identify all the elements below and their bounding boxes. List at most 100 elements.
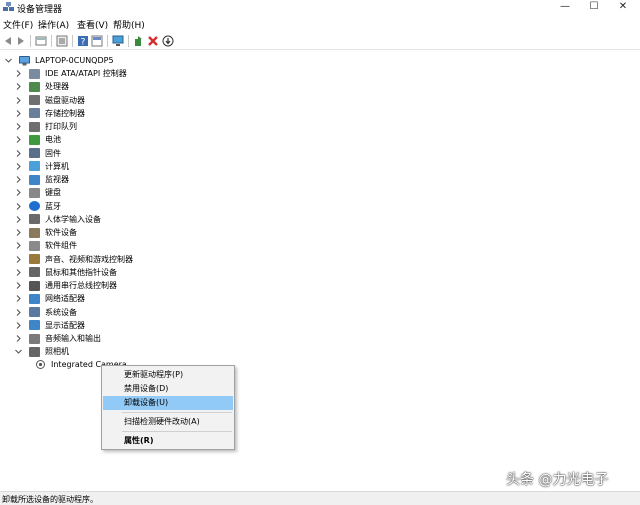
chevron-down-icon[interactable] [14,347,23,356]
tree-category-bluetooth[interactable]: 蓝牙 [14,200,61,213]
menu-separator [122,412,232,413]
chevron-right-icon[interactable] [14,308,23,317]
chevron-right-icon[interactable] [14,228,23,237]
help-icon[interactable]: ? [77,35,89,47]
chevron-right-icon[interactable] [14,109,23,118]
software-component-icon [29,240,40,251]
chevron-right-icon[interactable] [14,334,23,343]
chevron-right-icon[interactable] [14,281,23,290]
chevron-right-icon[interactable] [14,69,23,78]
tree-category-label: 处理器 [45,82,69,92]
tree-category-audio[interactable]: 音频输入和输出 [14,332,101,345]
update-driver-icon[interactable] [133,35,145,47]
tree-category-sound[interactable]: 声音、视频和游戏控制器 [14,253,133,266]
tree-category-label: 计算机 [45,161,69,171]
status-bar: 卸载所选设备的驱动程序。 [0,491,640,505]
menu-file[interactable]: 文件(F) [3,18,33,31]
software-device-icon [29,227,40,238]
uninstall-icon[interactable] [147,35,159,47]
tree-category-storage[interactable]: 存储控制器 [14,107,85,120]
tree-root[interactable]: LAPTOP-0CUNQDP5 [4,54,114,67]
menu-action[interactable]: 操作(A) [38,18,69,31]
chevron-right-icon[interactable] [14,82,23,91]
properties-menu-item[interactable]: 属性(R) [103,434,233,448]
webcam-icon [36,359,45,369]
chevron-right-icon[interactable] [14,241,23,250]
tree-category-label: 软件设备 [45,228,77,237]
tree-category-computer[interactable]: 计算机 [14,160,69,173]
tree-category-monitor[interactable]: 监视器 [14,173,69,186]
device-tree: LAPTOP-0CUNQDP5 IDE ATA/ATAPI 控制器 处理器磁盘驱动… [0,51,640,491]
computer-icon [19,55,30,65]
toolbar-separator [72,35,73,47]
action-icon[interactable] [91,35,103,47]
scan-hardware-menu-item[interactable]: 扫描检测硬件改动(A) [103,415,233,429]
chevron-right-icon[interactable] [14,175,23,184]
tree-category-label: 软件组件 [45,241,77,251]
tree-category-label: 打印队列 [45,122,77,131]
tree-category-label: 显示适配器 [45,320,85,330]
display-icon [29,320,40,331]
tree-category-network[interactable]: 网络适配器 [14,292,85,305]
monitor-icon[interactable] [112,35,124,47]
chevron-right-icon[interactable] [14,122,23,131]
chevron-right-icon[interactable] [14,162,23,171]
tree-category-label: 人体学输入设备 [45,214,101,224]
view-icon[interactable] [56,35,68,47]
back-icon[interactable] [2,35,14,47]
tree-category-software-device[interactable]: 软件设备 [14,226,77,239]
chevron-right-icon[interactable] [14,202,23,211]
tree-category-cpu[interactable]: 处理器 [14,80,69,93]
print-icon [29,121,40,132]
chevron-right-icon[interactable] [14,268,23,277]
watermark: 头条 @力光电子 [506,472,609,488]
disable-device-menu-item[interactable]: 禁用设备(D) [103,382,233,396]
tree-category-display[interactable]: 显示适配器 [14,319,85,332]
maximize-button[interactable]: ☐ [578,0,610,14]
tree-category-print[interactable]: 打印队列 [14,120,77,133]
tree-category-label: 电池 [45,135,61,145]
chevron-right-icon[interactable] [14,255,23,264]
cpu-icon [29,81,40,92]
tree-category-label: 存储控制器 [45,108,85,118]
chevron-right-icon[interactable] [14,135,23,144]
tree-category-camera[interactable]: 照相机 [14,345,69,358]
chevron-right-icon[interactable] [14,215,23,224]
close-button[interactable]: ✕ [607,0,639,14]
toolbar-separator [107,35,108,47]
sound-icon [29,254,40,264]
tree-category-ide[interactable]: IDE ATA/ATAPI 控制器 [14,67,127,80]
tree-category-software-component[interactable]: 软件组件 [14,239,77,252]
forward-icon[interactable] [15,35,27,47]
status-text: 卸载所选设备的驱动程序。 [2,495,98,504]
tree-category-battery[interactable]: 电池 [14,133,61,146]
ide-icon [29,68,40,79]
chevron-right-icon[interactable] [14,294,23,303]
uninstall-device-menu-item[interactable]: 卸载设备(U) [103,396,233,410]
tree-category-label: 鼠标和其他指针设备 [45,267,117,277]
tree-category-disk[interactable]: 磁盘驱动器 [14,94,85,107]
disk-icon [29,95,40,105]
chevron-right-icon[interactable] [14,149,23,158]
tree-category-label: 通用串行总线控制器 [45,281,117,290]
tree-category-system[interactable]: 系统设备 [14,306,77,319]
chevron-right-icon[interactable] [14,188,23,197]
properties-icon[interactable] [35,35,47,47]
system-icon [29,307,40,317]
tree-category-usb[interactable]: 通用串行总线控制器 [14,279,117,292]
disable-icon[interactable] [162,35,174,47]
tree-category-firmware[interactable]: 固件 [14,147,61,160]
menu-help[interactable]: 帮助(H) [113,18,145,31]
update-driver-menu-item[interactable]: 更新驱动程序(P) [103,368,233,382]
tree-category-hid[interactable]: 人体学输入设备 [14,213,101,226]
tree-category-mouse[interactable]: 鼠标和其他指针设备 [14,266,117,279]
tree-category-keyboard[interactable]: 键盘 [14,186,61,199]
minimize-button[interactable]: — [549,0,581,14]
chevron-right-icon[interactable] [14,321,23,330]
tree-category-label: IDE ATA/ATAPI 控制器 [45,69,127,78]
chevron-right-icon[interactable] [14,96,23,105]
toolbar-separator [30,35,31,47]
monitor-icon [29,174,40,185]
menu-view[interactable]: 查看(V) [77,18,108,31]
chevron-down-icon[interactable] [4,56,13,65]
